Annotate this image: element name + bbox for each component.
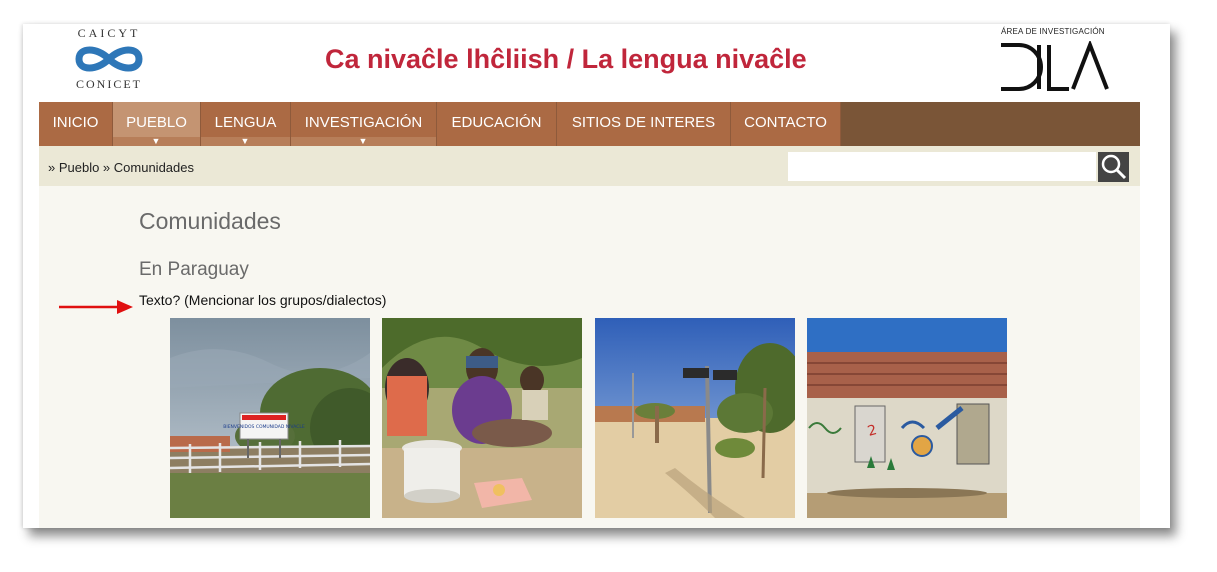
photo-painted-house[interactable]: 2 — [807, 318, 1007, 518]
nav-label: PUEBLO — [126, 114, 187, 131]
dila-logo-caption: ÁREA DE INVESTIGACIÓN — [1001, 27, 1105, 36]
section-heading: En Paraguay — [139, 259, 249, 280]
nav-item-lengua[interactable]: LENGUA ▼ — [201, 102, 291, 146]
breadcrumb[interactable]: » Pueblo » Comunidades — [48, 160, 194, 175]
search-button[interactable] — [1098, 152, 1129, 182]
photo-street-sign-image — [595, 318, 795, 518]
photo-women-seated[interactable] — [382, 318, 582, 518]
breadcrumb-bar: » Pueblo » Comunidades — [39, 146, 1140, 186]
dropdown-arrow-icon: ▼ — [151, 136, 161, 146]
nav-label: INVESTIGACIÓN — [304, 114, 423, 131]
photo-street-sign[interactable] — [595, 318, 795, 518]
nav-label: LENGUA — [214, 114, 277, 131]
search-icon — [1101, 154, 1127, 180]
photo-women-seated-image — [382, 318, 582, 518]
nav-label: CONTACTO — [744, 114, 827, 131]
dila-logo[interactable]: ÁREA DE INVESTIGACIÓN — [995, 27, 1113, 91]
main-content: Comunidades En Paraguay Texto? (Menciona… — [39, 186, 1140, 528]
caicyt-conicet-logo[interactable]: CAICYT CONICET — [67, 26, 151, 92]
page-title: Comunidades — [139, 208, 281, 234]
photo-community-entrance[interactable]: BIENVENIDOS COMUNIDAD NIVACLE — [170, 318, 370, 518]
page-frame: CAICYT CONICET Ca nivaĉle lhĉliish / La … — [23, 24, 1170, 528]
photo-painted-house-image: 2 — [807, 318, 1007, 518]
photo-sign-text: BIENVENIDOS COMUNIDAD NIVACLE — [223, 424, 305, 430]
nav-item-investigacion[interactable]: INVESTIGACIÓN ▼ — [291, 102, 437, 146]
main-navigation: INICIO PUEBLO ▼ LENGUA ▼ INVESTIGACIÓN ▼… — [39, 102, 1140, 146]
red-arrow-icon — [59, 300, 133, 314]
dropdown-arrow-icon: ▼ — [358, 136, 368, 146]
nav-item-pueblo[interactable]: PUEBLO ▼ — [113, 102, 201, 146]
dropdown-arrow-icon: ▼ — [240, 136, 250, 146]
nav-item-inicio[interactable]: INICIO — [39, 102, 113, 146]
nav-item-contacto[interactable]: CONTACTO — [731, 102, 841, 146]
logo-conicet-text: CONICET — [76, 77, 142, 91]
nav-label: INICIO — [52, 114, 99, 131]
photo-community-entrance-image: BIENVENIDOS COMUNIDAD NIVACLE — [170, 318, 370, 518]
logo-caicyt-text: CAICYT — [77, 26, 141, 40]
site-title[interactable]: Ca nivaĉle lhĉliish / La lengua nivaĉle — [325, 44, 825, 75]
nav-item-educacion[interactable]: EDUCACIÓN — [437, 102, 557, 146]
placeholder-note: Texto? (Mencionar los grupos/dialectos) — [139, 292, 387, 308]
dila-wordmark-icon — [1001, 41, 1109, 91]
nav-item-sitios-de-interes[interactable]: SITIOS DE INTERES — [557, 102, 731, 146]
nav-label: SITIOS DE INTERES — [571, 114, 716, 131]
infinity-logo-icon — [75, 46, 143, 72]
search-input[interactable] — [788, 152, 1096, 181]
nav-label: EDUCACIÓN — [451, 114, 542, 131]
